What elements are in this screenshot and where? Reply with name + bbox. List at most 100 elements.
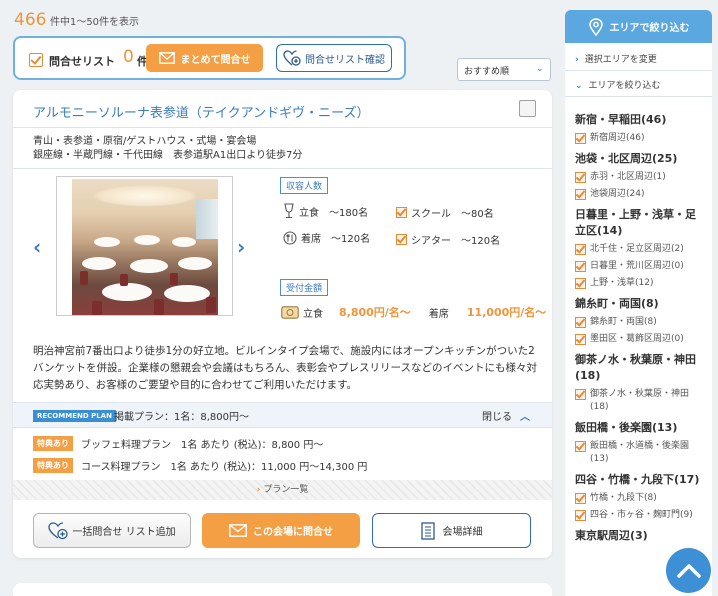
area-group[interactable]: 飯田橋・後楽園(13) <box>565 416 712 438</box>
area-subitem[interactable]: 錦糸町・両国(8) <box>565 314 712 331</box>
check-icon <box>575 441 586 452</box>
check-icon <box>575 389 586 400</box>
area-subitem[interactable]: 北千住・足立区周辺(2) <box>565 241 712 258</box>
area-group[interactable]: 錦糸町・両国(8) <box>565 292 712 314</box>
capacity-theater: シアター 〜120名 <box>396 232 500 247</box>
map-pin-icon <box>588 17 603 36</box>
chevron-down-icon: ⌄ <box>535 63 544 74</box>
capacity-seated: 着席 〜120名 <box>283 230 370 245</box>
mail-icon <box>158 52 175 64</box>
area-group[interactable]: 東京駅周辺(3) <box>565 524 712 546</box>
bulk-inquiry-button[interactable]: まとめて問合せ <box>146 44 263 72</box>
plan-list-link[interactable]: › プラン一覧 <box>13 480 552 500</box>
check-icon <box>396 234 407 245</box>
inquiry-count: 0 <box>123 47 134 67</box>
area-subitem[interactable]: 赤羽・北区周辺(1) <box>565 169 712 186</box>
area-subitem[interactable]: 池袋周辺(24) <box>565 186 712 203</box>
area-group[interactable]: 池袋・北区周辺(25) <box>565 147 712 169</box>
plan-row[interactable]: 特典あり ブッフェ料理プラン 1名 あたり (税込)：8,800 円〜 <box>33 436 323 451</box>
area-subitem-label: 新宿周辺(46) <box>590 133 645 143</box>
add-list-icon <box>283 50 301 66</box>
close-plans-toggle[interactable]: 閉じる ︿ <box>482 408 530 423</box>
area-filter-sidebar: エリアで絞り込む › 選択エリアを変更 ⌄ エリアを絞り込む 新宿・早稲田(46) 新… <box>565 10 712 596</box>
check-icon <box>396 207 407 218</box>
check-icon <box>575 244 586 255</box>
add-list-icon <box>48 521 69 539</box>
recommend-text: 掲載プラン：1名：8,800円〜 <box>114 412 249 423</box>
area-subitem[interactable]: 御茶ノ水・秋葉原・神田(18) <box>565 386 712 416</box>
mail-icon <box>229 524 247 537</box>
area-subitem[interactable]: 飯田橋・水道橋・後楽園(13) <box>565 438 712 468</box>
inquiry-check-icon <box>29 53 43 67</box>
area-group[interactable]: 御茶ノ水・秋葉原・神田(18) <box>565 348 712 386</box>
check-icon <box>575 189 586 200</box>
perk-badge: 特典あり <box>33 436 73 451</box>
scroll-to-top-button[interactable] <box>666 548 711 593</box>
price-line: 立食 8,800円/名〜 着席 11,000円/名〜 <box>281 304 546 320</box>
next-venue-card <box>13 583 552 596</box>
check-icon <box>575 493 586 504</box>
area-subitem-label: 錦糸町・両国(8) <box>590 317 657 327</box>
inquiry-list-label: 問合せリスト <box>49 55 115 68</box>
area-subitem[interactable]: 竹橋・九段下(8) <box>565 490 712 507</box>
area-subitem-label: 北千住・足立区周辺(2) <box>590 244 684 254</box>
check-icon <box>575 510 586 521</box>
photo-next-arrow-icon[interactable]: › <box>237 235 245 259</box>
check-icon <box>575 334 586 345</box>
venue-title[interactable]: アルモニーソルーナ表参道（テイクアンドギヴ・ニーズ） <box>33 102 369 121</box>
results-number: 466 <box>14 10 47 30</box>
chevron-right-icon: › <box>575 55 579 65</box>
area-subitem[interactable]: 墨田区・葛飾区周辺(0) <box>565 331 712 348</box>
photo-prev-arrow-icon[interactable]: ‹ <box>33 235 41 259</box>
narrow-area-link[interactable]: ⌄ エリアを絞り込む <box>575 78 661 91</box>
area-subitem[interactable]: 四谷・市ヶ谷・麹町門(9) <box>565 507 712 524</box>
wine-glass-icon <box>284 203 294 219</box>
results-range: 件中1〜50件を表示 <box>49 17 140 28</box>
area-group[interactable]: 四谷・竹橋・九段下(17) <box>565 468 712 490</box>
results-count: 466 件中1〜50件を表示 <box>14 10 139 30</box>
divider <box>13 168 552 169</box>
sort-select[interactable]: おすすめ順 ⌄ <box>457 58 551 81</box>
area-filter-header[interactable]: エリアで絞り込む <box>565 10 712 43</box>
area-subitem-label: 御茶ノ水・秋葉原・神田(18) <box>590 389 690 412</box>
area-subitem-label: 竹橋・九段下(8) <box>590 493 657 503</box>
area-subitem-label: 飯田橋・水道橋・後楽園(13) <box>590 441 690 464</box>
area-subitem[interactable]: 上野・浅草(12) <box>565 275 712 292</box>
recommend-plan-bar: RECOMMEND PLAN 掲載プラン：1名：8,800円〜 閉じる ︿ <box>13 402 552 428</box>
chevron-down-icon: ⌄ <box>575 81 583 91</box>
area-subitem-label: 日暮里・荒川区周辺(0) <box>590 261 684 271</box>
venue-access: 銀座線・半蔵門線・千代田線 表参道駅A1出口より徒歩7分 <box>33 150 303 161</box>
price-tag: 受付金額 <box>280 279 329 296</box>
venue-photo-frame <box>56 176 233 316</box>
add-to-list-button[interactable]: 一括問合せ リスト追加 <box>33 513 191 548</box>
building-icon <box>420 521 435 540</box>
divider <box>13 127 552 128</box>
check-icon <box>575 261 586 272</box>
change-area-link[interactable]: › 選択エリアを変更 <box>575 52 657 65</box>
inquiry-list-label-btn: 問合せリスト確認 <box>305 54 385 66</box>
dining-icon <box>283 230 297 245</box>
check-icon <box>575 133 586 144</box>
check-icon <box>575 317 586 328</box>
area-subitem-label: 赤羽・北区周辺(1) <box>590 172 666 182</box>
venue-select-checkbox[interactable] <box>519 100 536 117</box>
area-subitem[interactable]: 日暮里・荒川区周辺(0) <box>565 258 712 275</box>
area-subitem[interactable]: 新宿周辺(46) <box>565 130 712 147</box>
venue-info: 青山・表参道・原宿/ゲストハウス・式場・宴会場 銀座線・半蔵門線・千代田線 表参… <box>33 135 302 163</box>
area-group[interactable]: 新宿・早稲田(46) <box>565 108 712 130</box>
area-list: 新宿・早稲田(46) 新宿周辺(46) 池袋・北区周辺(25) 赤羽・北区周辺(1) 池… <box>565 108 712 546</box>
venue-card: アルモニーソルーナ表参道（テイクアンドギヴ・ニーズ） 青山・表参道・原宿/ゲスト… <box>13 90 552 558</box>
area-subitem-label: 墨田区・葛飾区周辺(0) <box>590 334 684 344</box>
sort-selected: おすすめ順 <box>464 67 510 77</box>
area-subitem-label: 上野・浅草(12) <box>590 278 654 288</box>
check-icon <box>575 172 586 183</box>
divider <box>565 70 712 71</box>
plan-row[interactable]: 特典あり コース料理プラン 1名 あたり (税込)：11,000 円〜14,30… <box>33 458 367 473</box>
area-group[interactable]: 日暮里・上野・浅草・足立区(14) <box>565 203 712 241</box>
venue-description: 明治神宮前7番出口より徒歩1分の好立地。ビルインタイプ会場で、施設内にはオープン… <box>33 345 537 391</box>
venue-detail-button[interactable]: 会場詳細 <box>372 513 531 548</box>
inquire-venue-button[interactable]: この会場に問合せ <box>202 513 360 548</box>
plan-text: ブッフェ料理プラン 1名 あたり (税込)：8,800 円〜 <box>81 440 324 451</box>
inquiry-list-button[interactable]: 問合せリスト確認 <box>276 44 392 72</box>
venue-area-type: 青山・表参道・原宿/ゲストハウス・式場・宴会場 <box>33 136 257 147</box>
